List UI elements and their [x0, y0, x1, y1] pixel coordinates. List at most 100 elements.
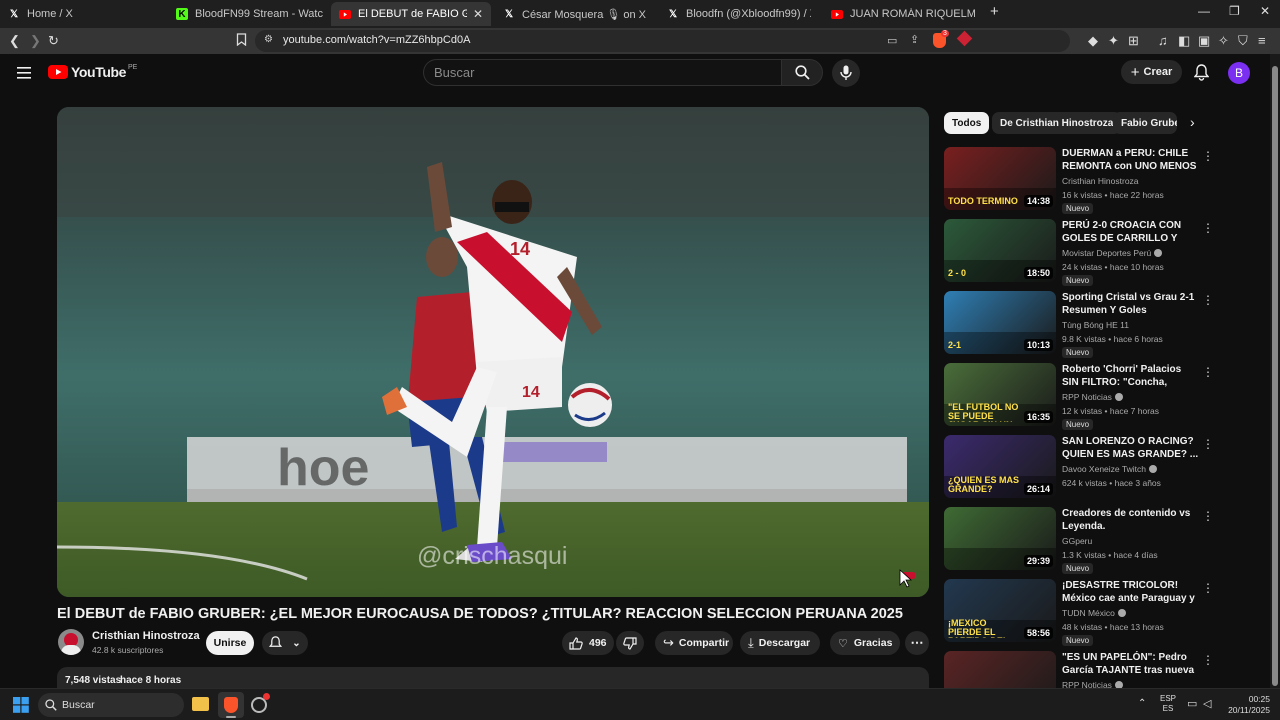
brave-rewards-icon[interactable]	[956, 30, 973, 47]
share-button[interactable]: ↪ Compartir	[655, 631, 733, 655]
forward-icon[interactable]: ❯	[30, 33, 41, 49]
thanks-button[interactable]: ♡ Gracias	[830, 631, 900, 655]
recommended-video[interactable]: 2-1 10:13 Sporting Cristal vs Grau 2-1 Res…	[944, 291, 1216, 358]
reload-icon[interactable]: ↻	[48, 33, 59, 49]
taskbar-search[interactable]: Buscar	[38, 693, 184, 717]
dislike-button[interactable]	[616, 631, 644, 655]
close-tab-icon[interactable]: ✕	[473, 7, 483, 21]
close-window-icon[interactable]: ✕	[1260, 4, 1270, 18]
restore-icon[interactable]: ❐	[1229, 4, 1240, 18]
minimize-icon[interactable]: —	[1198, 4, 1210, 18]
more-actions-button[interactable]: ⋯	[905, 631, 929, 655]
windows-start-icon[interactable]	[13, 697, 29, 718]
back-icon[interactable]: ❮	[9, 33, 20, 49]
channel-avatar[interactable]	[58, 629, 84, 655]
app-icon[interactable]	[251, 693, 270, 713]
browser-tab-active[interactable]: El DEBUT de FABIO GRUBER: ¿El ✕	[331, 2, 491, 26]
page-scrollbar[interactable]	[1270, 54, 1280, 688]
browser-tab[interactable]: 𝕏 Home / X	[0, 2, 168, 26]
show-hidden-icons[interactable]: ⌃	[1138, 698, 1146, 709]
recommended-channel-name[interactable]: RPP Noticias	[1062, 392, 1123, 402]
volume-icon[interactable]: ◁	[1203, 697, 1211, 710]
recommended-channel-name[interactable]: Movistar Deportes Perú	[1062, 248, 1163, 258]
channel-name[interactable]: Cristhian Hinostroza	[92, 630, 200, 642]
recommended-video[interactable]: 29:39 Creadores de contenido vs Leyenda. G…	[944, 507, 1216, 574]
leo-icon[interactable]: ✧	[1218, 33, 1229, 49]
recommended-channel-name[interactable]: Davoo Xeneize Twitch	[1062, 464, 1157, 474]
network-icon[interactable]: ▭	[1187, 697, 1197, 710]
language-indicator[interactable]: ESP ES	[1160, 694, 1176, 714]
video-thumbnail[interactable]: ¡MÉXICO PIERDE EL PARTIDO DEL 2026! 58:56	[944, 579, 1056, 642]
browser-tab[interactable]: JUAN ROMÁN RIQUELME EN ENFOC	[823, 2, 983, 26]
recommended-video-title[interactable]: SAN LORENZO O RACING? QUIEN ES MAS GRAND…	[1062, 435, 1200, 461]
like-button[interactable]: 496	[562, 631, 614, 655]
account-avatar[interactable]: B	[1228, 62, 1250, 84]
recommended-channel-name[interactable]: Cristhian Hinostroza	[1062, 176, 1139, 186]
file-explorer-icon[interactable]	[192, 697, 209, 711]
chip-all[interactable]: Todos	[944, 112, 990, 134]
share-page-icon[interactable]: ⇪	[910, 33, 919, 46]
bookmark-icon[interactable]	[236, 33, 247, 50]
recommended-channel-name[interactable]: TUDN México	[1062, 608, 1126, 618]
create-button[interactable]: + Crear	[1121, 60, 1182, 84]
notifications-bell-icon[interactable]	[1193, 64, 1210, 86]
search-button[interactable]	[781, 59, 823, 86]
menu-icon[interactable]: ≡	[1258, 33, 1266, 49]
more-vertical-icon[interactable]: ⋮	[1202, 365, 1214, 379]
scrollbar-thumb[interactable]	[1272, 66, 1278, 686]
recommended-video-title[interactable]: DUERMAN a PERU: CHILE REMONTA con UNO ME…	[1062, 147, 1200, 173]
wallet-icon[interactable]: ▣	[1198, 33, 1210, 49]
brave-taskbar-item[interactable]	[218, 692, 244, 718]
youtube-logo[interactable]: YouTube PE	[48, 64, 137, 80]
video-thumbnail[interactable]: "EL FÚTBOL NO SE PUEDE JUGAR SIN UN 10" 1…	[944, 363, 1056, 426]
browser-tab[interactable]: 𝕏 Bloodfn (@Xbloodfn99) / X	[659, 2, 819, 26]
more-vertical-icon[interactable]: ⋮	[1202, 149, 1214, 163]
guide-menu-icon[interactable]	[17, 66, 31, 84]
video-thumbnail[interactable]: TODO TERMINO 14:38	[944, 147, 1056, 210]
more-vertical-icon[interactable]: ⋮	[1202, 221, 1214, 235]
subscribe-notifications-button[interactable]: ⌄	[262, 631, 308, 655]
recommended-video[interactable]: ¡MÉXICO PIERDE EL PARTIDO DEL 2026! 58:56…	[944, 579, 1216, 646]
chip-from-channel[interactable]: De Cristhian Hinostroza	[992, 112, 1122, 134]
more-vertical-icon[interactable]: ⋮	[1202, 509, 1214, 523]
recommended-channel-name[interactable]: GGperu	[1062, 536, 1092, 546]
video-thumbnail[interactable]: ¿QUIÉN ES MÁS GRANDE? 26:14	[944, 435, 1056, 498]
video-thumbnail[interactable]: 29:39	[944, 507, 1056, 570]
system-clock[interactable]: 00:25 20/11/2025	[1222, 694, 1270, 716]
media-icon[interactable]: ♫	[1158, 33, 1168, 49]
recommended-video-title[interactable]: Sporting Cristal vs Grau 2-1 Resumen Y G…	[1062, 291, 1200, 317]
recommended-video[interactable]: ¿QUIÉN ES MÁS GRANDE? 26:14 SAN LORENZO O …	[944, 435, 1216, 501]
cast-icon[interactable]: ▭	[887, 34, 897, 47]
video-thumbnail[interactable]: 2-1 10:13	[944, 291, 1056, 354]
recommended-video-title[interactable]: ¡DESASTRE TRICOLOR! México cae ante Para…	[1062, 579, 1200, 605]
download-button[interactable]: ⤓ Descargar	[740, 631, 820, 655]
downloads-icon[interactable]: ⊞	[1128, 33, 1139, 49]
chevron-right-icon[interactable]: ›	[1190, 114, 1195, 130]
vpn-icon[interactable]: ⛉	[1238, 33, 1248, 49]
address-bar[interactable]: ⚙ youtube.com/watch?v=mZZ6hbpCd0A ▭ ⇪ 3	[255, 30, 1070, 52]
sidebar-icon[interactable]: ◧	[1178, 33, 1190, 49]
site-info-icon[interactable]: ⚙	[264, 34, 273, 45]
recommended-video[interactable]: TODO TERMINO 14:38 DUERMAN a PERU: CHILE R…	[944, 147, 1216, 214]
voice-search-button[interactable]	[832, 59, 860, 87]
leo-ai-icon[interactable]: ◆	[1088, 33, 1098, 49]
recommended-video-title[interactable]: "ES UN PAPELÓN": Pedro García TAJANTE tr…	[1062, 651, 1200, 677]
search-box[interactable]	[423, 59, 781, 86]
video-player[interactable]: hoe 9 14 14	[57, 107, 929, 597]
browser-tab[interactable]: 𝕏 César Mosquera 🎙 on X: "PE OJO: El	[495, 2, 655, 26]
new-tab-button[interactable]: +	[990, 3, 999, 20]
extensions-icon[interactable]: ✦	[1108, 33, 1119, 49]
browser-tab[interactable]: K BloodFN99 Stream - Watch Live on K	[168, 2, 331, 26]
recommended-video[interactable]: 2 - 0 18:50 PERÚ 2-0 CROACIA CON GOLES DE …	[944, 219, 1216, 286]
recommended-channel-name[interactable]: Tùng Bóng HE 11	[1062, 320, 1129, 330]
video-thumbnail[interactable]: 2 - 0 18:50	[944, 219, 1056, 282]
search-input[interactable]	[434, 65, 734, 80]
recommended-video-title[interactable]: PERÚ 2-0 CROACIA CON GOLES DE CARRILLO Y…	[1062, 219, 1200, 245]
more-vertical-icon[interactable]: ⋮	[1202, 437, 1214, 451]
recommended-video-title[interactable]: Roberto 'Chorri' Palacios SIN FILTRO: "C…	[1062, 363, 1200, 389]
more-vertical-icon[interactable]: ⋮	[1202, 653, 1214, 667]
more-vertical-icon[interactable]: ⋮	[1202, 293, 1214, 307]
chip-related[interactable]: Fabio Gruber	[1113, 112, 1177, 134]
recommended-video[interactable]: "EL FÚTBOL NO SE PUEDE JUGAR SIN UN 10" 1…	[944, 363, 1216, 430]
more-vertical-icon[interactable]: ⋮	[1202, 581, 1214, 595]
